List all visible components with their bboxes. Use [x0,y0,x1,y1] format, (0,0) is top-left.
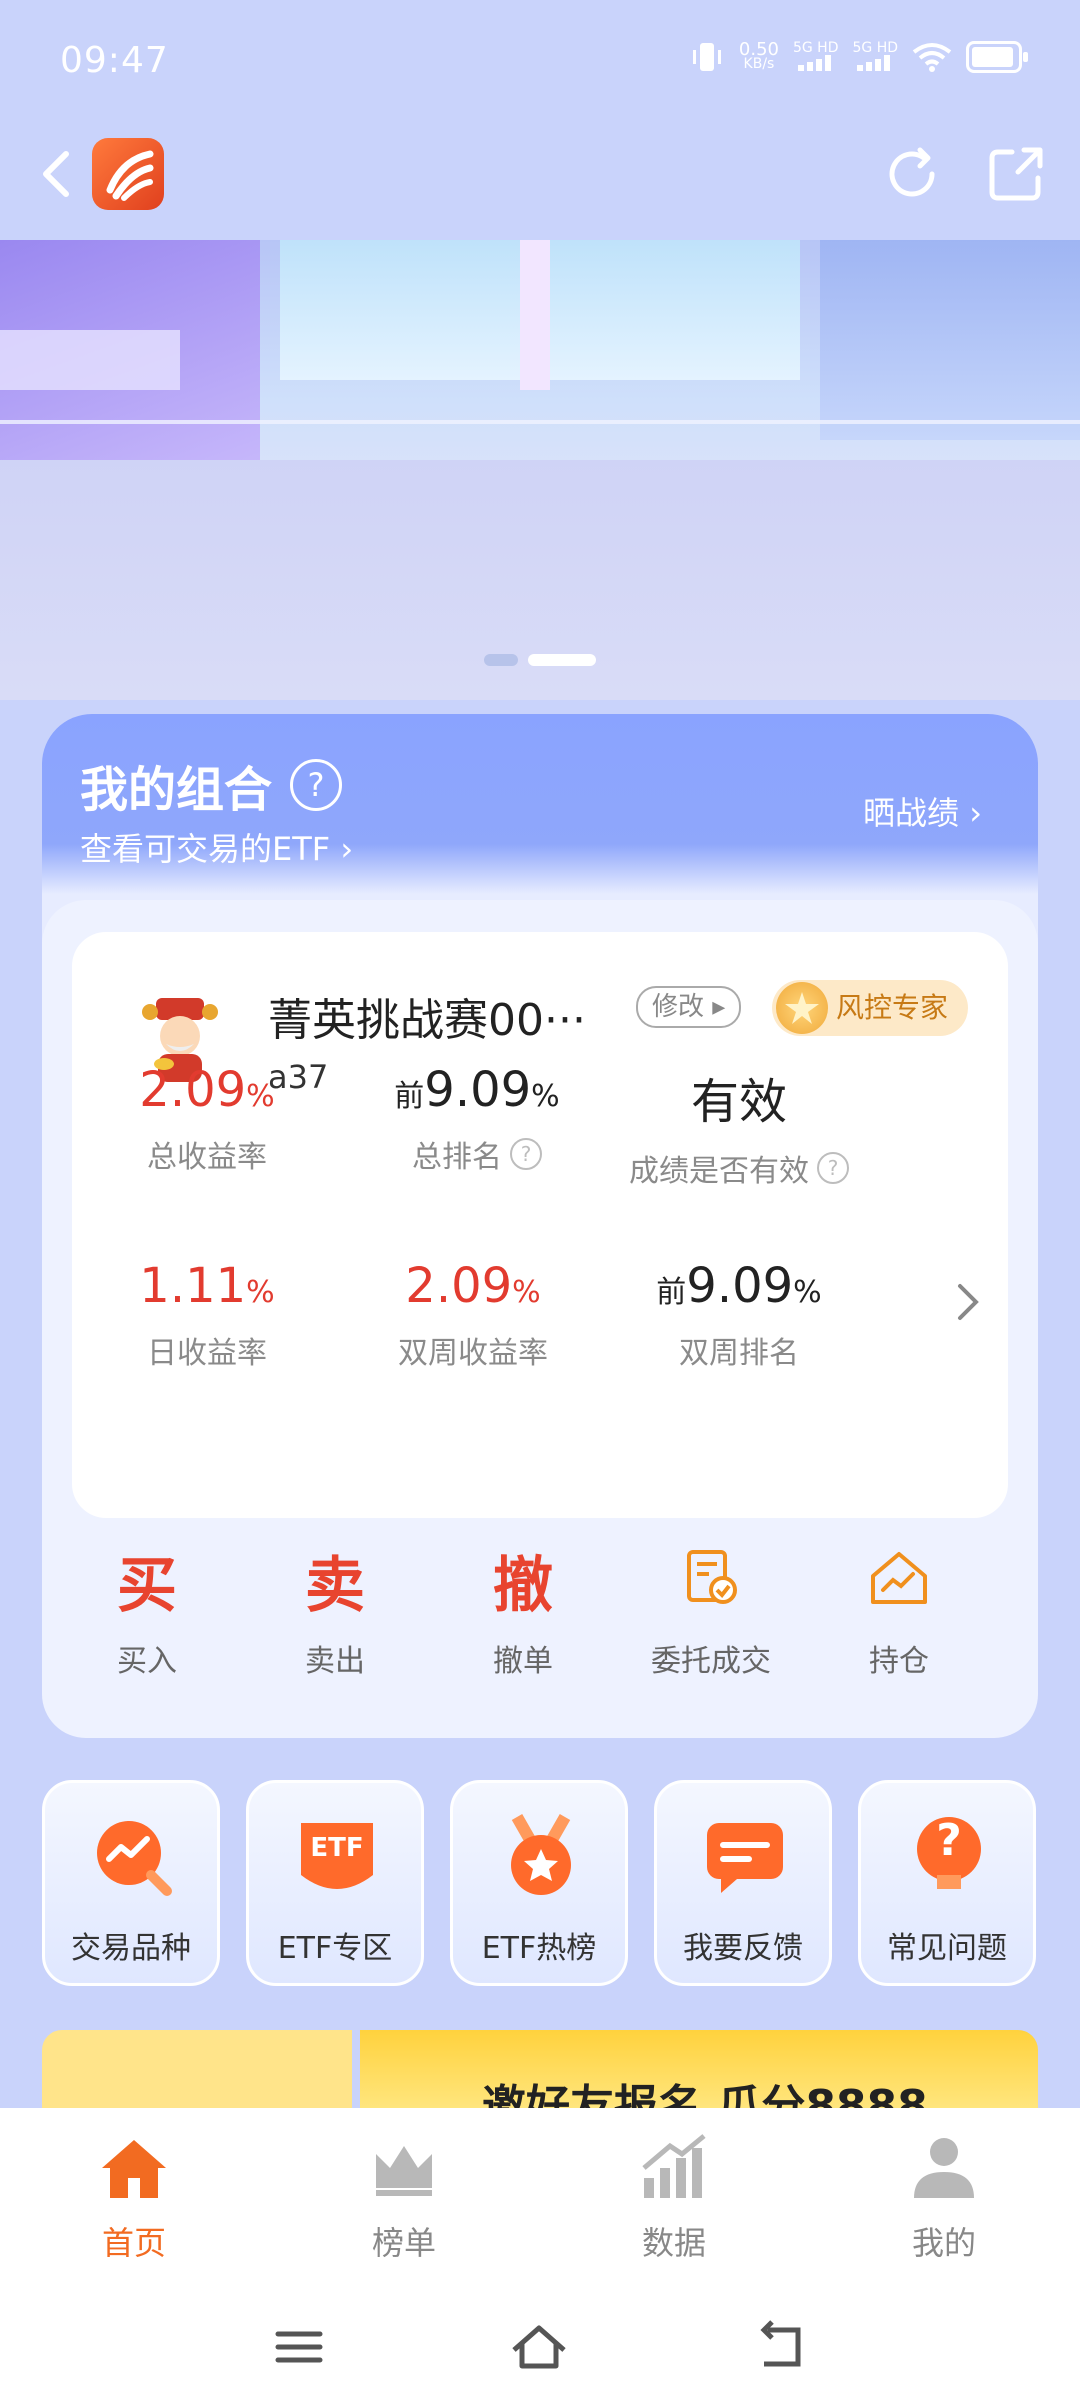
metric-biweekly-rank: 前9.09% 双周排名 [656,1258,822,1371]
trade-actions: 买 买入 卖 卖出 撤 撤单 委托成交 持仓 [42,1546,1038,1696]
shortcut-faq[interactable]: ? 常见问题 [858,1780,1036,1986]
sell-button[interactable]: 卖 卖出 [260,1546,410,1680]
cancel-order-button[interactable]: 撤 撤单 [448,1546,598,1680]
battery-icon [966,41,1028,73]
user-icon [914,2138,974,2198]
home-nav-icon[interactable] [504,2312,574,2382]
status-bar: 09:47 0.50 KB/s 5G HD 5G HD [0,0,1080,128]
portfolio-body: 菁英挑战赛00··· 修改 ▸ 风控专家 a37 2.09% 总收益率 前9.0… [42,900,1038,1738]
house-chart-icon [871,1552,927,1604]
help-icon[interactable]: ? [817,1152,849,1184]
home-icon [102,2140,166,2198]
menu-icon[interactable] [264,2312,334,2382]
chevron-right-icon: › [969,794,982,832]
sell-icon: 卖 [305,1551,365,1621]
buy-icon: 买 [117,1551,177,1621]
share-record-link[interactable]: 晒战绩 › [863,788,982,834]
metric-total-return: 2.09% 总收益率 [139,1062,275,1175]
net-speed: 0.50 KB/s [738,39,779,72]
shortcut-grid: 交易品种 ETF ETF专区 ETF热榜 我要反馈 ? 常见问题 [42,1780,1038,1990]
positions-button[interactable]: 持仓 [824,1546,974,1680]
medal-icon [511,1814,571,1895]
portfolio-name: 菁英挑战赛00··· [268,995,586,1046]
refresh-icon[interactable] [880,142,944,206]
carousel-dot [484,654,518,666]
back-icon[interactable] [30,144,90,204]
order-document-icon [687,1550,737,1604]
trend-search-icon [97,1821,172,1896]
back-nav-icon[interactable] [746,2312,816,2382]
metric-daily-return: 1.11% 日收益率 [139,1258,275,1371]
metric-total-rank: 前9.09% 总排名? [394,1062,560,1175]
tab-mine[interactable]: 我的 [844,2128,1044,2264]
buy-button[interactable]: 买 买入 [72,1546,222,1680]
banner-carousel[interactable] [0,240,1080,700]
carousel-dot-active [528,654,596,666]
crown-icon [376,2146,432,2196]
help-icon[interactable]: ? [290,759,343,811]
metric-validity: 有效 成绩是否有效? [604,1062,874,1190]
help-icon[interactable]: ? [510,1138,542,1170]
clock: 09:47 [60,40,169,81]
chevron-right-icon[interactable] [952,1272,984,1332]
chevron-right-icon: › [340,830,354,868]
modify-button[interactable]: 修改 ▸ [636,986,742,1028]
tab-leaderboard[interactable]: 榜单 [304,2128,504,2264]
promo-left-panel [42,2030,352,2110]
play-icon: ▸ [712,992,726,1022]
chat-bubble-icon [707,1823,783,1893]
question-mark-text: ? [936,1815,962,1866]
sim1-signal: 5G HD [793,41,838,74]
system-nav-bar [0,2288,1080,2408]
shortcut-trading-varieties[interactable]: 交易品种 [42,1780,220,1986]
status-icons: 0.50 KB/s 5G HD 5G HD [689,39,1028,74]
cancel-icon: 撤 [493,1551,553,1621]
chart-icon [642,2134,706,2198]
shortcut-etf-hotlist[interactable]: ETF热榜 [450,1780,628,1986]
promo-text: 邀好友报名 瓜分8888 [482,2081,928,2110]
vibrate-icon [692,43,721,71]
share-icon[interactable] [984,142,1048,206]
tab-data[interactable]: 数据 [574,2128,774,2264]
app-logo-icon [92,138,164,210]
promo-banner[interactable]: 邀好友报名 瓜分8888 [42,2030,1038,2110]
portfolio-title: 我的组合 ? [80,750,343,820]
etf-badge-text: ETF [310,1833,364,1863]
my-portfolio-panel: 我的组合 ? 查看可交易的ETF › 晒战绩 › 菁英挑战赛00··· 修改 ▸… [42,714,1038,1738]
shortcut-feedback[interactable]: 我要反馈 [654,1780,832,1986]
carousel-indicator [0,654,1080,666]
risk-expert-badge: 风控专家 [772,980,968,1036]
orders-button[interactable]: 委托成交 [636,1546,786,1680]
tradable-etf-link[interactable]: 查看可交易的ETF › [80,824,353,870]
bottom-tab-bar: 首页 榜单 数据 我的 [0,2108,1080,2288]
shortcut-etf-zone[interactable]: ETF ETF专区 [246,1780,424,1986]
portfolio-card[interactable]: 菁英挑战赛00··· 修改 ▸ 风控专家 a37 2.09% 总收益率 前9.0… [72,932,1008,1518]
tab-home[interactable]: 首页 [34,2128,234,2264]
star-medal-icon [776,982,828,1034]
sim2-signal: 5G HD [852,41,898,74]
top-bar [0,128,1080,240]
wifi-icon [912,43,952,72]
metric-biweekly-return: 2.09% 双周收益率 [398,1258,548,1371]
